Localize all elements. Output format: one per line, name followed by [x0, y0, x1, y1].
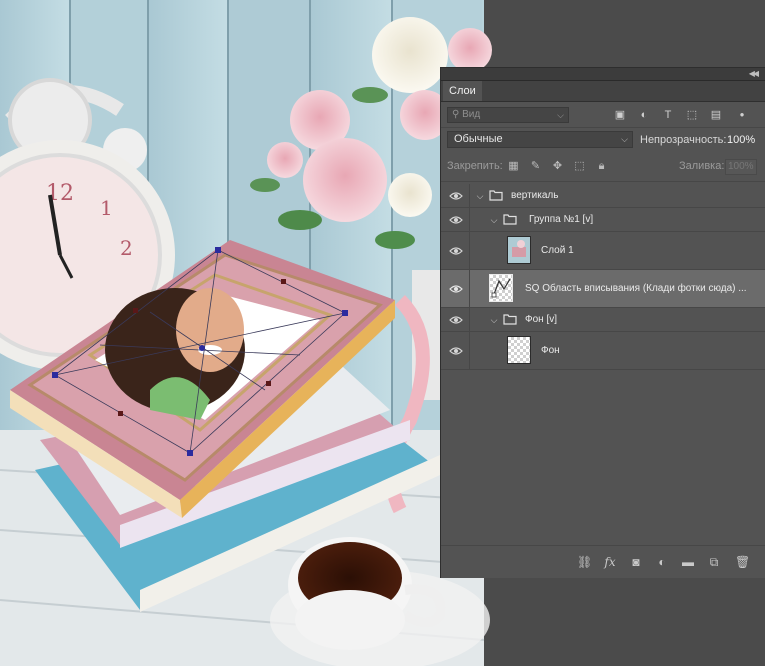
layer-row-selected[interactable]: SQ Область вписывания (Клади фотки сюда)… [441, 270, 765, 308]
lock-label: Закрепить: [447, 160, 503, 172]
layer-filter-row: ⚲ Вид ⌵ ▣ ◐ T ⬚ ▤ ● [441, 102, 765, 128]
layer-row[interactable]: Фон [441, 332, 765, 370]
lock-transparency-icon[interactable]: ▦ [507, 160, 520, 173]
adjustment-filter-icon[interactable]: ◐ [637, 108, 651, 122]
blend-mode-select[interactable]: Обычные ⌵ [447, 131, 633, 148]
layer-filter-select[interactable]: ⚲ Вид ⌵ [447, 107, 569, 123]
folder-icon [503, 213, 517, 225]
eye-icon[interactable] [449, 315, 463, 325]
layer-thumbnail[interactable] [507, 336, 531, 364]
row-divider [469, 332, 470, 369]
blend-mode-row: Обычные ⌵ Непрозрачность: 100% [441, 128, 765, 152]
fill-input[interactable]: 100% [725, 159, 757, 175]
adjustment-layer-icon[interactable]: ◐ [655, 555, 669, 569]
filter-kind-label: Вид [462, 109, 481, 120]
chevron-down-icon: ⌵ [557, 110, 564, 120]
lock-brush-icon[interactable]: ✎ [529, 160, 542, 173]
trash-icon[interactable]: 🗑︎ [735, 555, 750, 569]
svg-text:1: 1 [100, 196, 113, 220]
opacity-input[interactable]: 100% [727, 128, 755, 152]
shape-filter-icon[interactable]: ⬚ [685, 108, 699, 122]
mask-icon[interactable]: ◙ [629, 555, 643, 569]
fx-icon[interactable]: fx [603, 555, 617, 569]
new-group-icon[interactable]: ▬ [681, 555, 695, 569]
layer-name: Группа №1 [v] [529, 214, 594, 225]
opacity-label: Непрозрачность: [640, 134, 727, 146]
row-divider [469, 184, 470, 207]
chevron-down-icon: ⌵ [621, 134, 628, 144]
row-divider [469, 270, 470, 307]
chevron-down-icon[interactable]: ⌵ [489, 314, 499, 326]
smart-object-filter-icon[interactable]: ▤ [709, 108, 723, 122]
eye-icon[interactable] [449, 346, 463, 356]
fill-label: Заливка: [679, 160, 725, 172]
layer-name: Фон [v] [525, 314, 558, 325]
type-filter-icon[interactable]: T [661, 108, 675, 122]
double-chevron-icon[interactable]: ◀◀ [749, 68, 759, 80]
layer-name: Фон [541, 345, 560, 356]
row-divider [469, 232, 470, 269]
row-divider [469, 308, 470, 331]
filter-toggle-icon[interactable]: ● [735, 108, 749, 122]
layers-panel-footer: ⛓ fx ◙ ◐ ▬ ⧉ 🗑︎ [441, 545, 765, 578]
layers-panel: ◀◀ Слои ⚲ Вид ⌵ ▣ ◐ T ⬚ ▤ ● Обычные ⌵ Не… [440, 67, 765, 578]
panel-tab-bar: Слои [441, 81, 765, 102]
lock-artboard-icon[interactable]: ⬚ [573, 160, 586, 173]
row-divider [469, 208, 470, 231]
tab-layers[interactable]: Слои [443, 81, 482, 101]
eye-icon[interactable] [449, 284, 463, 294]
lock-all-icon[interactable]: 🔒︎ [595, 160, 608, 173]
layer-thumbnail[interactable] [507, 236, 531, 264]
chevron-down-icon[interactable]: ⌵ [475, 190, 485, 202]
layer-name: вертикаль [511, 190, 559, 201]
link-layers-icon[interactable]: ⛓ [577, 555, 592, 569]
image-filter-icon[interactable]: ▣ [613, 108, 627, 122]
svg-text:2: 2 [120, 236, 133, 260]
layer-row[interactable]: ⌵ Группа №1 [v] [441, 208, 765, 232]
lock-position-icon[interactable]: ✥ [551, 160, 564, 173]
lock-row: Закрепить: ▦ ✎ ✥ ⬚ 🔒︎ Заливка: 100% [441, 152, 765, 182]
layer-name: SQ Область вписывания (Клади фотки сюда)… [525, 283, 747, 294]
eye-icon[interactable] [449, 215, 463, 225]
search-icon: ⚲ [452, 109, 460, 120]
eye-icon[interactable] [449, 191, 463, 201]
folder-icon [503, 313, 517, 325]
eye-icon[interactable] [449, 246, 463, 256]
layer-thumbnail[interactable] [489, 274, 513, 302]
new-layer-icon[interactable]: ⧉ [707, 555, 721, 569]
chevron-down-icon[interactable]: ⌵ [489, 214, 499, 226]
layer-row[interactable]: ⌵ вертикаль [441, 184, 765, 208]
layer-row[interactable]: ⌵ Фон [v] [441, 308, 765, 332]
blend-mode-value: Обычные [454, 133, 503, 145]
layer-name: Слой 1 [541, 245, 574, 256]
panel-title-bar: ◀◀ [441, 68, 765, 81]
layers-list: ⌵ вертикаль ⌵ Группа №1 [v] Слой 1 SQ Об… [441, 184, 765, 370]
layer-row[interactable]: Слой 1 [441, 232, 765, 270]
folder-icon [489, 189, 503, 201]
